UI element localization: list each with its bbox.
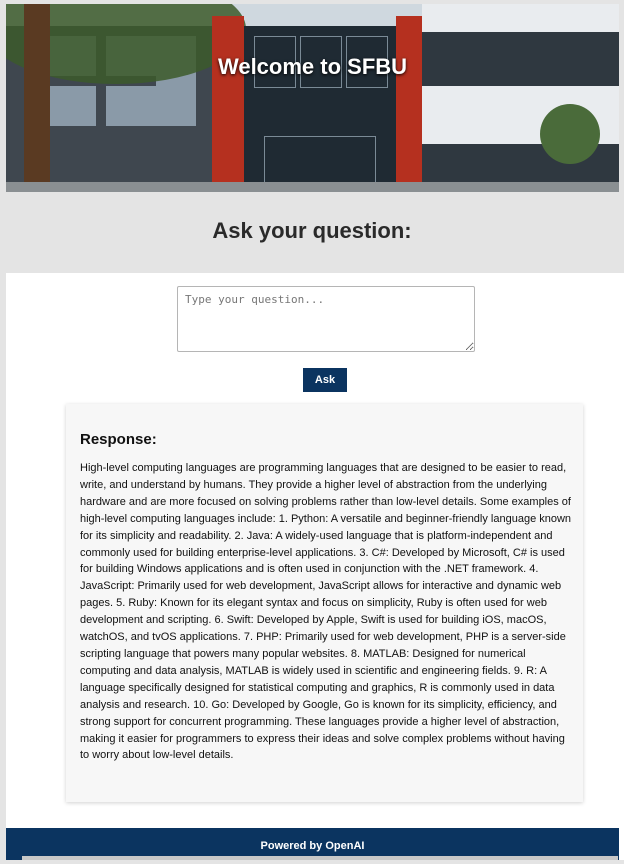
main-panel: Ask Response: High-level computing langu… — [6, 273, 624, 860]
ask-button[interactable]: Ask — [303, 368, 347, 392]
hero-entrance-glass — [244, 26, 396, 192]
hero-right-building — [422, 4, 619, 192]
bottom-scrollbar[interactable] — [22, 856, 618, 860]
ask-heading: Ask your question: — [212, 218, 412, 243]
response-text: High-level computing languages are progr… — [80, 462, 572, 762]
hero-tree-trunk — [24, 4, 50, 192]
hero-right-tree — [540, 104, 600, 164]
hero-banner: Welcome to SFBU — [6, 4, 619, 192]
response-card: Response: High-level computing languages… — [66, 404, 583, 802]
hero-red-pillar-left — [212, 16, 244, 192]
hero-red-pillar-right — [396, 16, 422, 192]
hero-ground — [6, 182, 619, 192]
question-input[interactable] — [177, 286, 475, 352]
response-title: Response: — [80, 431, 157, 448]
hero-title: Welcome to SFBU — [217, 54, 408, 79]
